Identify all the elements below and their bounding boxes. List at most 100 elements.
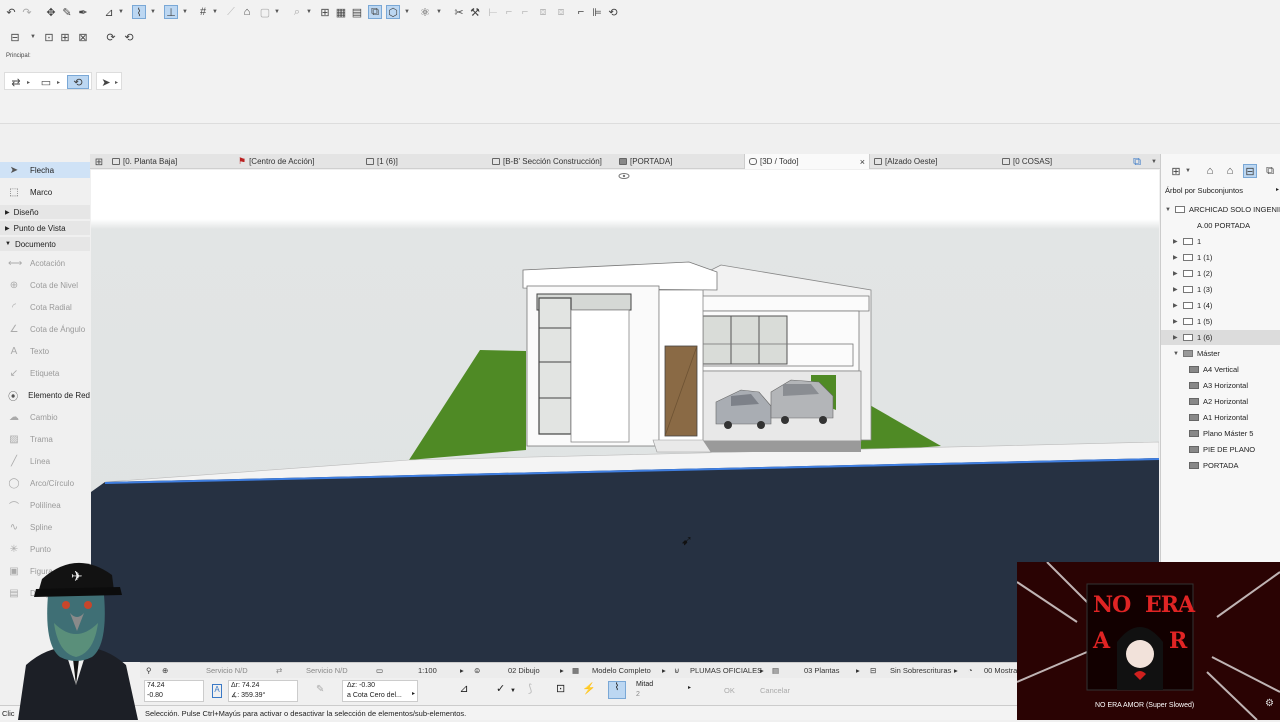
- split-icon[interactable]: ⧈: [554, 5, 568, 19]
- snap-guides-icon[interactable]: ⊿: [102, 5, 116, 19]
- tree-root[interactable]: ▼ ARCHICAD SOLO INGENIER: [1161, 202, 1280, 217]
- tab-alzado-oeste[interactable]: [Alzado Oeste]: [874, 154, 937, 169]
- tool-cota-nivel[interactable]: ⊕ Cota de Nivel: [0, 277, 90, 293]
- inject-icon[interactable]: ✒: [76, 5, 90, 19]
- group-icon[interactable]: ⌕: [290, 5, 304, 19]
- tree-item[interactable]: ▶ 1 (3): [1161, 282, 1280, 297]
- chevron-down-icon[interactable]: ▼: [510, 688, 516, 694]
- layout-book-icon[interactable]: ⊟: [8, 30, 22, 44]
- tree-item[interactable]: A.00 PORTADA: [1161, 218, 1280, 233]
- tool-arco-circulo[interactable]: ◯ Arco/Círculo: [0, 475, 90, 491]
- tool-cambio[interactable]: ☁ Cambio: [0, 409, 90, 425]
- grid-snap-icon[interactable]: ⊡: [556, 682, 565, 695]
- tree-item[interactable]: ▶ 1 (1): [1161, 250, 1280, 265]
- chevron-down-icon[interactable]: ▼: [150, 9, 156, 15]
- chevron-right-icon[interactable]: ▸: [954, 666, 958, 675]
- tab-planta-baja[interactable]: [0. Planta Baja]: [112, 154, 177, 169]
- snap-mode[interactable]: Mitad 2: [636, 680, 653, 700]
- redo-icon[interactable]: ↷: [20, 5, 34, 19]
- 3d-style-icon[interactable]: ⧉: [368, 5, 382, 19]
- project-map-icon[interactable]: ⌂: [1203, 164, 1217, 178]
- magnet-icon[interactable]: ⚡: [582, 682, 596, 695]
- ok-button[interactable]: OK: [724, 686, 735, 695]
- tool-cota-angulo[interactable]: ∠ Cota de Ángulo: [0, 321, 90, 337]
- chevron-right-icon[interactable]: ▸: [27, 79, 30, 86]
- trim-icon[interactable]: ⌐: [518, 5, 532, 19]
- layout-book-icon[interactable]: ⊟: [1243, 164, 1257, 178]
- chevron-right-icon[interactable]: ▸: [115, 79, 118, 86]
- tool-polilinea[interactable]: ⌒ Polilínea: [0, 497, 90, 513]
- sketch-icon[interactable]: ⊞: [318, 5, 332, 19]
- fillet-icon[interactable]: ⌐: [502, 5, 516, 19]
- tree-item[interactable]: ▶ 1 (2): [1161, 266, 1280, 281]
- walk-icon[interactable]: ⚲: [146, 666, 152, 675]
- offset-icon[interactable]: ⊢: [486, 5, 500, 19]
- renovation-icon[interactable]: ⌂: [240, 5, 254, 19]
- snap-guides-icon[interactable]: ⌇: [608, 681, 626, 699]
- layer-combination[interactable]: 02 Dibujo: [508, 666, 540, 675]
- chevron-down-icon[interactable]: ▼: [404, 9, 410, 15]
- tree-master[interactable]: PIE DE PLANO: [1161, 442, 1280, 457]
- orbit-icon[interactable]: ⚒: [468, 5, 482, 19]
- arrow-icon[interactable]: ➤: [99, 75, 113, 89]
- pick-icon[interactable]: ✥: [44, 5, 58, 19]
- cancel-button[interactable]: Cancelar: [760, 686, 790, 695]
- zoom-icon[interactable]: ⊕: [162, 666, 168, 675]
- coord-polar[interactable]: Δr: 74.24 ∡: 359.39°: [228, 680, 298, 702]
- coord-xy[interactable]: 74.24 -0.80: [144, 680, 204, 702]
- tool-elemento-red[interactable]: ⦿ Elemento de Red: [0, 387, 90, 403]
- chevron-right-icon[interactable]: ▸: [856, 666, 860, 675]
- chevron-right-icon[interactable]: ▸: [560, 666, 564, 675]
- tree-master[interactable]: A3 Horizontal: [1161, 378, 1280, 393]
- tree-item[interactable]: ▶ 1: [1161, 234, 1280, 249]
- layer-icon[interactable]: ▤: [350, 5, 364, 19]
- chevron-down-icon[interactable]: ▼: [212, 9, 218, 15]
- tab-centro-accion[interactable]: ⚑ [Centro de Acción]: [238, 154, 314, 169]
- dimension-style[interactable]: 03 Plantas: [804, 666, 839, 675]
- tree-master[interactable]: A4 Vertical: [1161, 362, 1280, 377]
- tool-spline[interactable]: ∿ Spline: [0, 519, 90, 535]
- section-punto-vista[interactable]: ▶ Punto de Vista: [0, 221, 90, 235]
- teamwork-icon[interactable]: ⟳: [104, 30, 118, 44]
- stretch-icon[interactable]: ⧈: [536, 5, 550, 19]
- publish-icon[interactable]: ⊡: [42, 30, 56, 44]
- tool-acotacion[interactable]: ⟷ Acotación: [0, 255, 90, 271]
- gravity-icon[interactable]: ⊥: [164, 5, 178, 19]
- organizer-icon[interactable]: ⊞: [58, 30, 72, 44]
- chevron-right-icon[interactable]: ▸: [688, 684, 691, 691]
- chevron-down-icon[interactable]: ▼: [306, 9, 312, 15]
- chevron-right-icon[interactable]: ▸: [760, 666, 764, 675]
- curve-icon[interactable]: ⟆: [528, 682, 532, 695]
- tree-master[interactable]: PORTADA: [1161, 458, 1280, 473]
- model-view-option[interactable]: Modelo Completo: [592, 666, 651, 675]
- chevron-down-icon[interactable]: ▼: [118, 9, 124, 15]
- tree-master[interactable]: A1 Horizontal: [1161, 410, 1280, 425]
- servicio-1[interactable]: Servicio N/D: [206, 666, 248, 675]
- absolute-coord-icon[interactable]: A: [212, 684, 222, 698]
- tab-1-6[interactable]: [1 (6)]: [366, 154, 398, 169]
- tab-3d-todo[interactable]: [3D / Todo] ×: [744, 154, 870, 169]
- gear-icon[interactable]: ⚙: [1265, 698, 1274, 709]
- chevron-down-icon[interactable]: ▼: [436, 9, 442, 15]
- tree-master[interactable]: A2 Horizontal: [1161, 394, 1280, 409]
- elevation-icon[interactable]: ⊫: [590, 5, 604, 19]
- view-map-icon[interactable]: ⊠: [76, 30, 90, 44]
- chevron-right-icon[interactable]: ▸: [412, 690, 415, 697]
- tool-texto[interactable]: A Texto: [0, 343, 90, 359]
- 3d-viewport[interactable]: ➹: [91, 170, 1159, 662]
- filter-icon[interactable]: ▦: [334, 5, 348, 19]
- chevron-right-icon[interactable]: ▸: [460, 666, 464, 675]
- servicio-2[interactable]: Servicio N/D: [306, 666, 348, 675]
- snap-points-icon[interactable]: ⌇: [132, 5, 146, 19]
- tool-trama[interactable]: ▨ Trama: [0, 431, 90, 447]
- tab-list-icon[interactable]: ⧉: [1130, 155, 1144, 169]
- orbit-mode-icon[interactable]: ⟲: [67, 75, 89, 89]
- tab-portada[interactable]: [PORTADA]: [619, 154, 672, 169]
- marquee-icon[interactable]: ⇄: [9, 75, 23, 89]
- publisher-icon[interactable]: ⧉: [1263, 164, 1277, 178]
- chevron-right-icon[interactable]: ▸: [662, 666, 666, 675]
- chevron-right-icon[interactable]: ▸: [57, 79, 60, 86]
- detail-icon[interactable]: ⟲: [606, 5, 620, 19]
- magic-wand-icon[interactable]: ⚛: [418, 5, 432, 19]
- section-diseno[interactable]: ▶ Diseño: [0, 205, 90, 219]
